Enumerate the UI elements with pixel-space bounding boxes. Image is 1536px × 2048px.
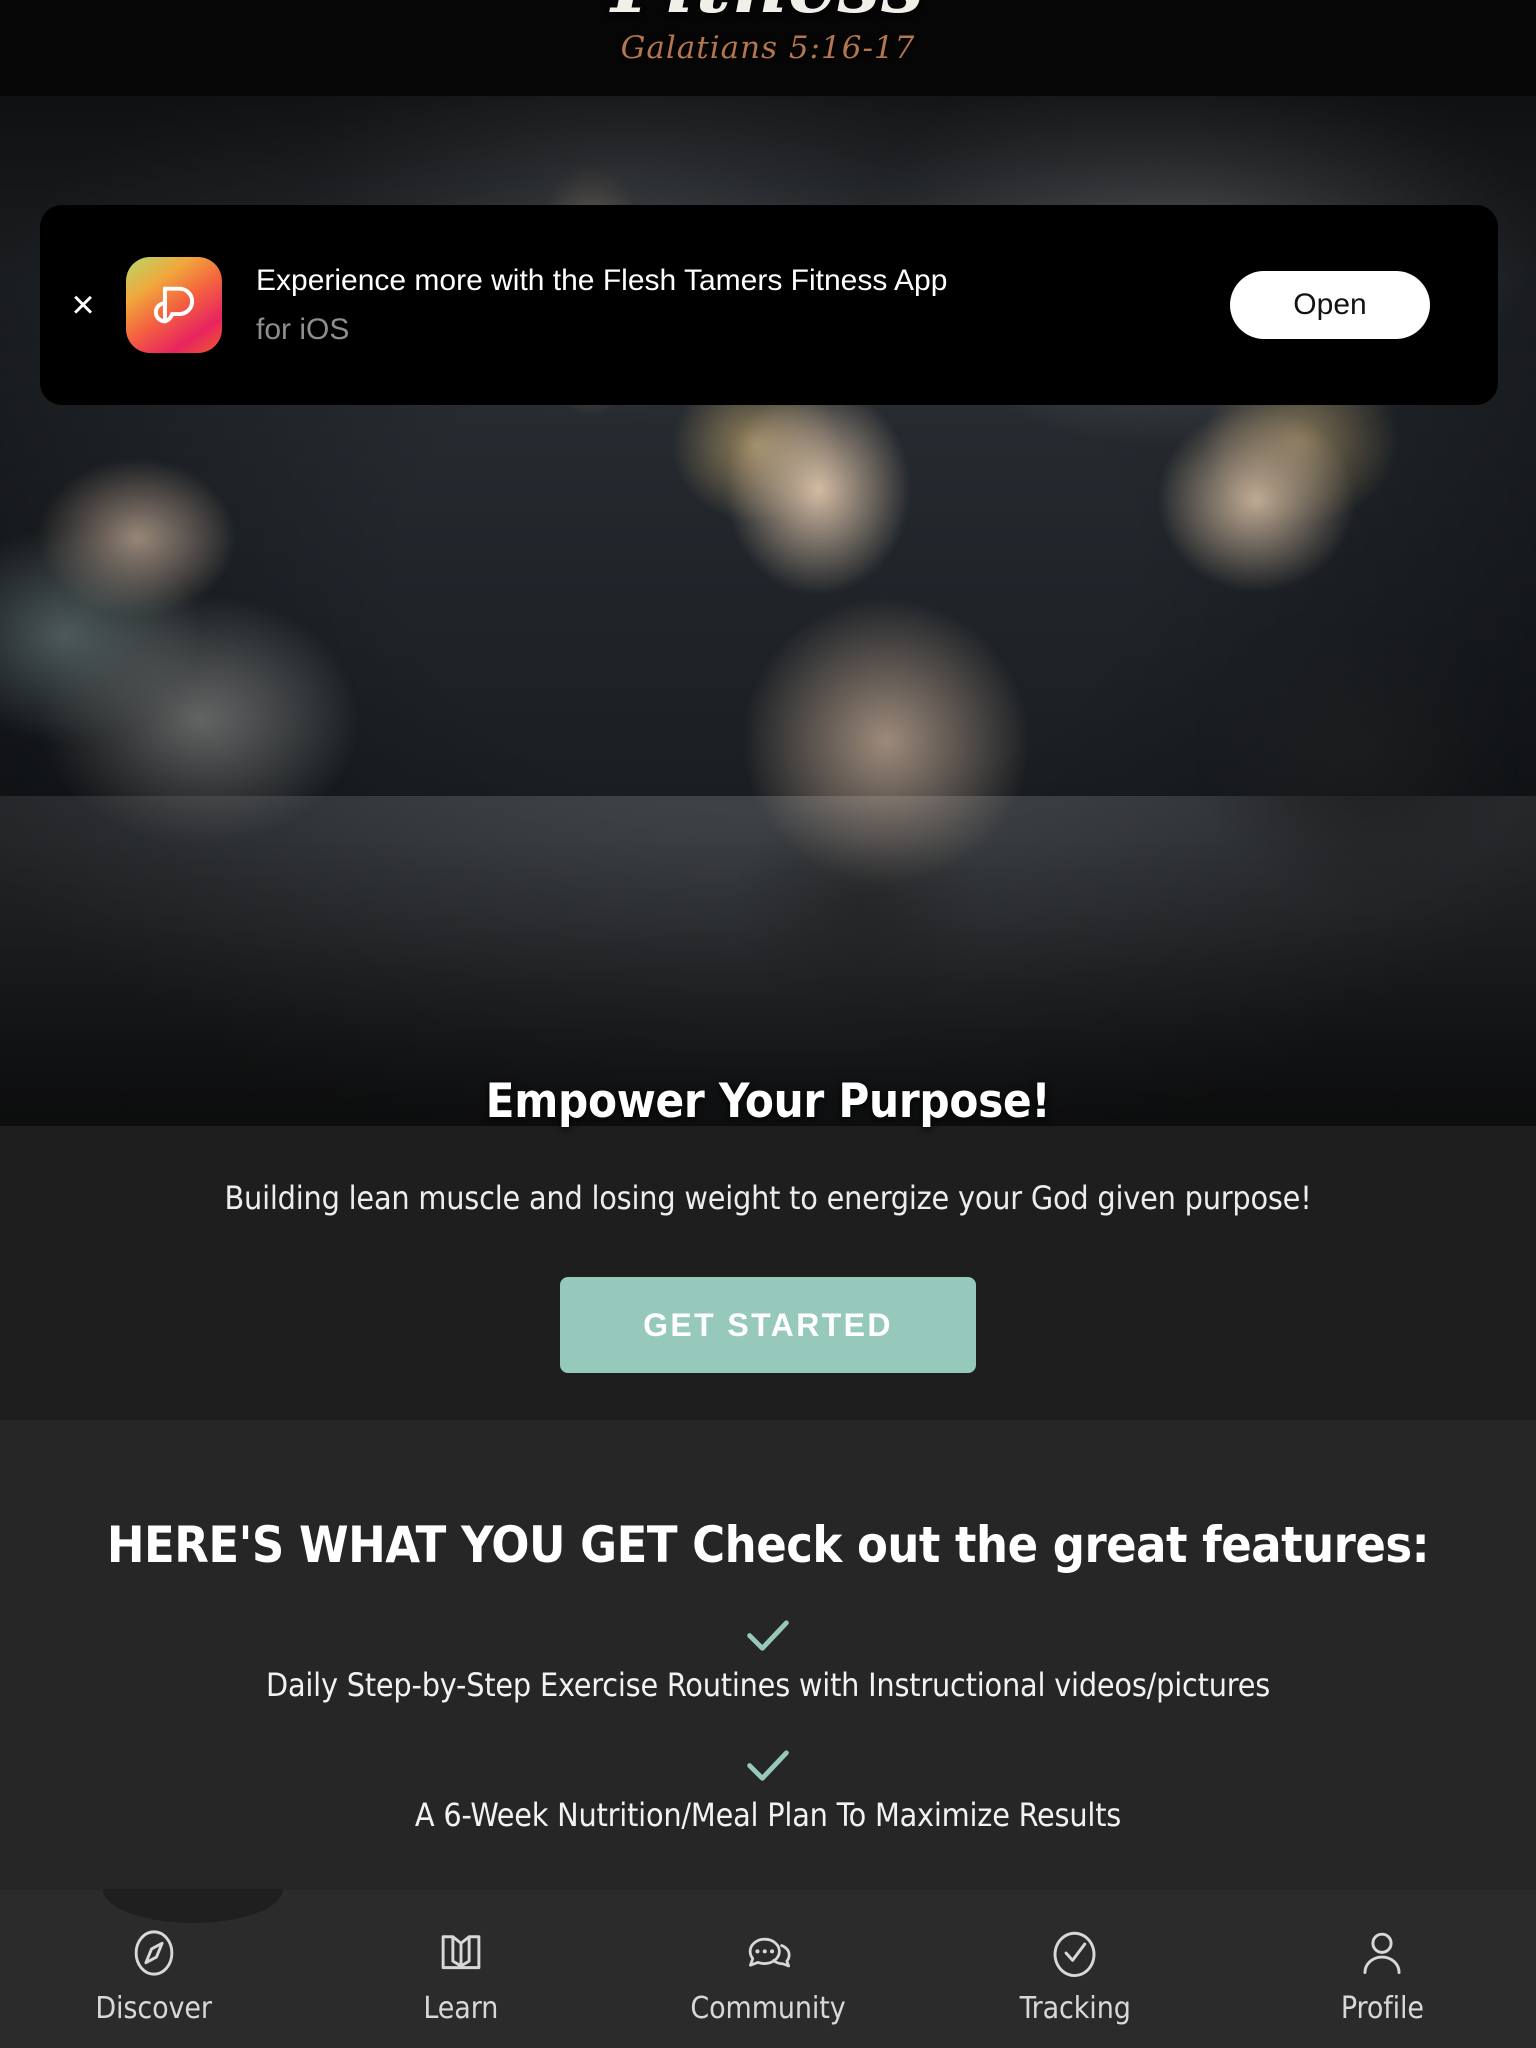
close-icon[interactable]: × xyxy=(40,205,126,405)
nav-item-learn[interactable]: Learn xyxy=(307,1890,614,2048)
features-heading: HERE'S WHAT YOU GET Check out the great … xyxy=(106,1516,1430,1574)
app-banner-title: Experience more with the Flesh Tamers Fi… xyxy=(256,263,948,297)
nav-label-profile: Profile xyxy=(1340,1990,1424,2026)
check-circle-icon xyxy=(1049,1927,1101,1979)
hero-subheadline: Building lean muscle and losing weight t… xyxy=(224,1179,1312,1217)
brand-logo-verse: Galatians 5:16-17 xyxy=(620,29,916,66)
check-icon xyxy=(745,1620,791,1654)
features-section: HERE'S WHAT YOU GET Check out the great … xyxy=(0,1420,1536,1890)
nav-label-tracking: Tracking xyxy=(1019,1990,1131,2026)
site-header: Fitness Galatians 5:16-17 xyxy=(0,0,1536,96)
chat-bubbles-icon xyxy=(742,1927,794,1979)
hero-copy-section: Empower Your Purpose! Building lean musc… xyxy=(0,1074,1536,1420)
brand-logo[interactable]: Fitness Galatians 5:16-17 xyxy=(518,0,1018,66)
get-started-button[interactable]: GET STARTED xyxy=(560,1277,976,1373)
feature-label: Daily Step-by-Step Exercise Routines wit… xyxy=(265,1666,1271,1704)
flesh-tamers-app-icon xyxy=(126,257,222,353)
person-icon xyxy=(1356,1927,1408,1979)
nav-label-learn: Learn xyxy=(423,1990,499,2026)
feature-item: Daily Step-by-Step Exercise Routines wit… xyxy=(0,1620,1536,1704)
hero-headline: Empower Your Purpose! xyxy=(485,1074,1051,1129)
feature-item: A 6-Week Nutrition/Meal Plan To Maximize… xyxy=(0,1750,1536,1834)
nav-item-discover[interactable]: Discover xyxy=(0,1890,307,2048)
book-icon xyxy=(435,1927,487,1979)
nav-label-discover: Discover xyxy=(95,1990,212,2026)
check-icon xyxy=(745,1750,791,1784)
app-banner-subtitle: for iOS xyxy=(256,313,350,346)
app-banner-text: Experience more with the Flesh Tamers Fi… xyxy=(256,263,1230,348)
nav-item-profile[interactable]: Profile xyxy=(1229,1890,1536,2048)
open-app-button[interactable]: Open xyxy=(1230,271,1430,339)
nav-item-community[interactable]: Community xyxy=(614,1890,921,2048)
nav-label-community: Community xyxy=(690,1990,846,2026)
brand-logo-script: Fitness xyxy=(518,0,1018,26)
app-install-banner[interactable]: × Experience more with the Flesh Tamers … xyxy=(40,205,1498,405)
compass-icon xyxy=(128,1927,180,1979)
nav-item-tracking[interactable]: Tracking xyxy=(922,1890,1229,2048)
feature-label: A 6-Week Nutrition/Meal Plan To Maximize… xyxy=(414,1796,1122,1834)
bottom-navigation: Discover Learn Community Tracking Profil… xyxy=(0,1889,1536,2048)
